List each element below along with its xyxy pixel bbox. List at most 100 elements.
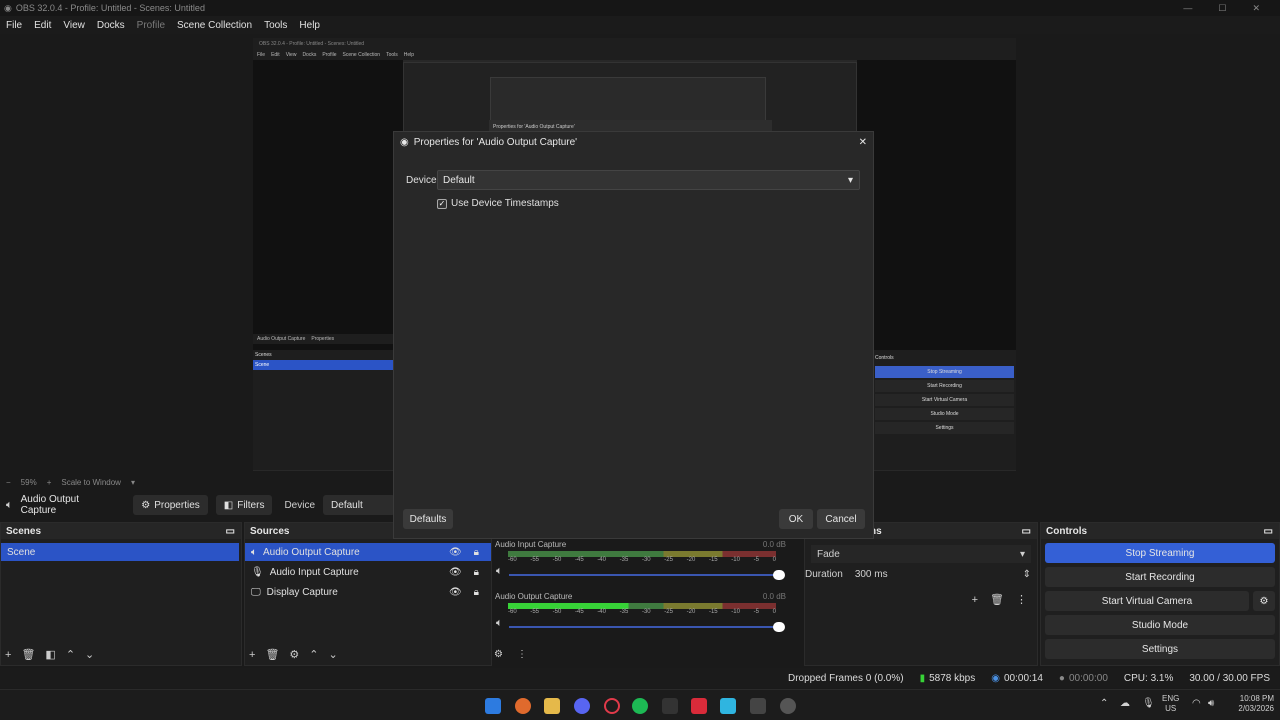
- menu-edit[interactable]: Edit: [34, 20, 51, 31]
- record-icon: ●: [1058, 672, 1065, 684]
- windows-start-icon[interactable]: [485, 698, 501, 714]
- gear-icon[interactable]: ⚙: [494, 649, 503, 660]
- lock-icon[interactable]: 🔒︎: [474, 567, 479, 578]
- filters-button[interactable]: ◧ Filters: [215, 495, 273, 515]
- meter-scale: -60 -55 -50 -45 -40 -35 -30 -25 -20 -15 -10 -5 0: [508, 557, 776, 563]
- app-icon[interactable]: [515, 698, 531, 714]
- lock-icon[interactable]: 🔒︎: [474, 587, 479, 598]
- wifi-icon[interactable]: ◠: [1192, 698, 1201, 709]
- add-icon[interactable]: +: [972, 594, 978, 606]
- settings-button[interactable]: Settings: [1045, 639, 1275, 659]
- stop-streaming-button[interactable]: Stop Streaming: [1045, 543, 1275, 563]
- clock[interactable]: 10:08 PM 2/03/2026: [1226, 694, 1274, 714]
- more-icon[interactable]: ⋮: [1016, 593, 1027, 606]
- chevron-down-icon[interactable]: ▾: [131, 478, 135, 487]
- mic-icon[interactable]: 🎙︎: [1142, 698, 1155, 709]
- start-recording-button[interactable]: Start Recording: [1045, 567, 1275, 587]
- duration-input[interactable]: 300 ms: [855, 569, 1011, 580]
- move-down-icon[interactable]: ⌄: [329, 648, 338, 661]
- undock-icon[interactable]: ▭: [1264, 526, 1273, 537]
- volume-slider[interactable]: [508, 622, 785, 632]
- obs-icon[interactable]: [780, 698, 796, 714]
- chevron-up-icon[interactable]: ⌃: [1100, 698, 1108, 709]
- menu-profile[interactable]: Profile: [137, 20, 165, 31]
- folder-icon[interactable]: [544, 698, 560, 714]
- preview-controls-label: Controls: [875, 355, 894, 361]
- source-item[interactable]: 🔈︎ Audio Output Capture 👁︎ 🔒︎: [245, 543, 491, 561]
- zoom-in-icon[interactable]: +: [47, 478, 52, 487]
- menu-file[interactable]: File: [6, 20, 22, 31]
- undock-icon[interactable]: ▭: [1022, 526, 1031, 537]
- add-icon[interactable]: +: [249, 649, 255, 661]
- duration-row: Duration 300 ms ⇕: [805, 569, 1031, 580]
- source-item[interactable]: 🎙︎ Audio Input Capture 👁︎ 🔒︎: [245, 563, 491, 581]
- speaker-icon[interactable]: 🔈︎: [496, 617, 503, 630]
- close-icon[interactable]: ✕: [859, 137, 867, 148]
- menu-view[interactable]: View: [63, 20, 85, 31]
- scene-item[interactable]: Scene: [1, 543, 239, 561]
- maximize-icon[interactable]: ☐: [1218, 3, 1226, 14]
- preview-black-left: [253, 60, 403, 350]
- menu-scene-collection[interactable]: Scene Collection: [177, 20, 252, 31]
- zoom-mode[interactable]: Scale to Window: [61, 478, 121, 487]
- spotify-icon[interactable]: [632, 698, 648, 714]
- opera-icon[interactable]: [604, 698, 620, 714]
- speaker-icon[interactable]: 🔈︎: [496, 565, 503, 578]
- sources-title: Sources: [250, 525, 290, 537]
- record-time: 00:00:00: [1068, 672, 1108, 684]
- language-indicator[interactable]: ENG US: [1162, 694, 1179, 714]
- eye-icon[interactable]: 👁︎: [449, 587, 462, 598]
- move-up-icon[interactable]: ⌃: [309, 648, 318, 661]
- minimize-icon[interactable]: —: [1183, 3, 1192, 13]
- transition-select[interactable]: Fade ▾: [811, 545, 1031, 563]
- gear-icon[interactable]: ⚙: [289, 648, 299, 661]
- scale-tick: 0: [772, 609, 776, 615]
- app-icon[interactable]: [720, 698, 736, 714]
- start-virtual-camera-button[interactable]: Start Virtual Camera: [1045, 591, 1249, 611]
- menu-help[interactable]: Help: [299, 20, 320, 31]
- volume-icon[interactable]: 🔊︎: [1208, 698, 1214, 709]
- volume-slider[interactable]: [508, 570, 785, 580]
- meter-scale: -60 -55 -50 -45 -40 -35 -30 -25 -20 -15 -10 -5 0: [508, 609, 776, 615]
- discord-icon[interactable]: [574, 698, 590, 714]
- cancel-button[interactable]: Cancel: [817, 509, 865, 529]
- move-down-icon[interactable]: ⌄: [85, 648, 94, 661]
- more-icon[interactable]: ⋮: [517, 649, 527, 660]
- cloud-icon[interactable]: ☁: [1120, 698, 1130, 709]
- adobe-icon[interactable]: [691, 698, 707, 714]
- properties-button[interactable]: ⚙ Properties: [133, 495, 208, 515]
- source-item[interactable]: 🖵︎ Display Capture 👁︎ 🔒︎: [245, 583, 491, 601]
- studio-mode-button[interactable]: Studio Mode: [1045, 615, 1275, 635]
- trash-icon[interactable]: 🗑︎: [21, 648, 35, 661]
- gear-icon[interactable]: ⚙: [1253, 591, 1275, 611]
- trash-icon[interactable]: 🗑︎: [990, 593, 1004, 606]
- game-icon[interactable]: [662, 698, 678, 714]
- lock-icon[interactable]: 🔒︎: [474, 547, 479, 558]
- stream-time: 00:00:14: [1003, 672, 1043, 684]
- eye-icon[interactable]: 👁︎: [449, 567, 462, 578]
- move-up-icon[interactable]: ⌃: [66, 648, 75, 661]
- timestamps-checkbox[interactable]: ✓: [437, 198, 447, 209]
- menu-docks[interactable]: Docks: [97, 20, 125, 31]
- scale-tick: -35: [619, 609, 629, 615]
- undock-icon[interactable]: ▭: [226, 526, 235, 537]
- device-select[interactable]: Default ▾: [437, 170, 860, 190]
- scale-tick: -5: [753, 609, 759, 615]
- zoom-out-icon[interactable]: −: [6, 478, 11, 487]
- ok-button[interactable]: OK: [779, 509, 813, 529]
- trash-icon[interactable]: 🗑︎: [265, 648, 279, 661]
- app-icon[interactable]: [750, 698, 766, 714]
- filter-icon[interactable]: ◧: [45, 648, 55, 661]
- add-icon[interactable]: +: [5, 649, 11, 661]
- menu-tools[interactable]: Tools: [264, 20, 287, 31]
- slider-handle[interactable]: [772, 622, 785, 632]
- defaults-button[interactable]: Defaults: [403, 509, 453, 529]
- slider-handle[interactable]: [772, 570, 785, 580]
- scale-tick: -40: [597, 609, 606, 615]
- close-icon[interactable]: ✕: [1252, 3, 1260, 14]
- stepper-icon[interactable]: ⇕: [1023, 569, 1031, 580]
- eye-icon[interactable]: 👁︎: [449, 547, 462, 558]
- device-select[interactable]: Default: [323, 495, 395, 515]
- taskbar: ⌃ ☁ 🎙︎ ENG US ◠ 🔊︎ 10:08 PM 2/03/2026: [0, 689, 1280, 720]
- properties-label: Properties: [154, 499, 200, 511]
